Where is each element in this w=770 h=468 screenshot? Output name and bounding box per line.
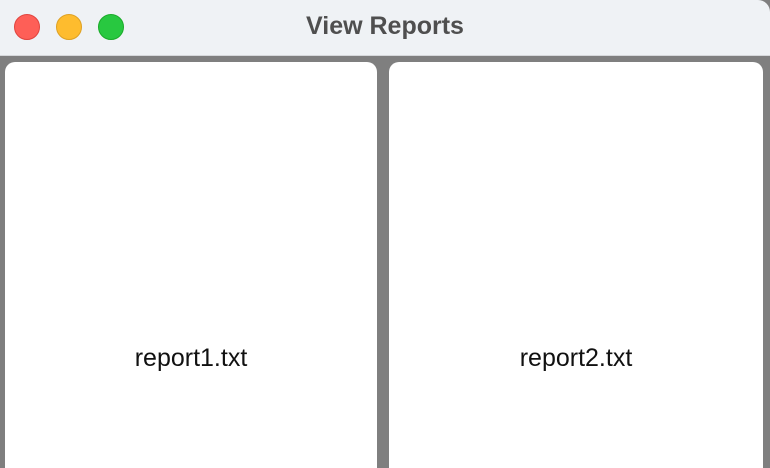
app-window: View Reports report1.txt report2.txt — [0, 0, 770, 468]
close-window-button[interactable] — [14, 14, 40, 40]
minimize-window-button[interactable] — [56, 14, 82, 40]
reports-content: report1.txt report2.txt — [0, 56, 770, 468]
report-filename-label: report1.txt — [134, 343, 248, 372]
report-filename-label: report2.txt — [519, 343, 633, 372]
report-card-2[interactable]: report2.txt — [389, 62, 763, 468]
zoom-window-button[interactable] — [98, 14, 124, 40]
title-bar[interactable]: View Reports — [0, 0, 770, 56]
report-card-1[interactable]: report1.txt — [5, 62, 377, 468]
